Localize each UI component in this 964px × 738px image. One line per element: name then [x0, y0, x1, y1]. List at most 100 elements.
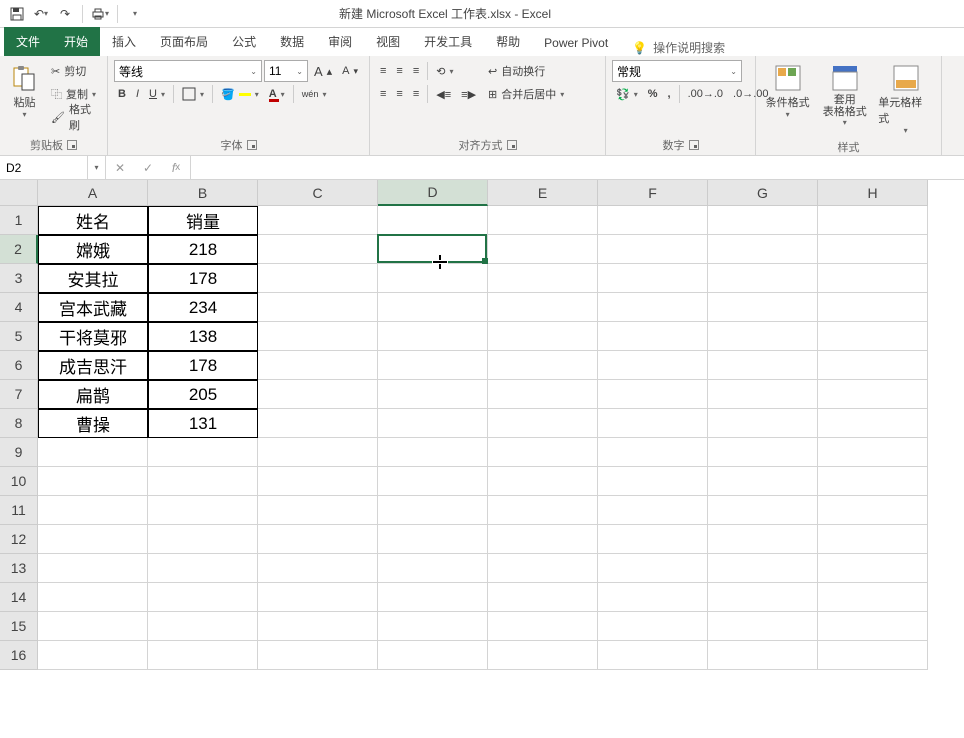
row-header-11[interactable]: 11 — [0, 496, 38, 525]
cell-G9[interactable] — [708, 438, 818, 467]
cell-D16[interactable] — [378, 641, 488, 670]
cell-F6[interactable] — [598, 351, 708, 380]
cell-B8[interactable]: 131 — [148, 409, 258, 438]
cell-C6[interactable] — [258, 351, 378, 380]
cell-H10[interactable] — [818, 467, 928, 496]
cell-H12[interactable] — [818, 525, 928, 554]
col-header-G[interactable]: G — [708, 180, 818, 206]
cell-B6[interactable]: 178 — [148, 351, 258, 380]
cell-D2[interactable] — [378, 235, 488, 264]
tab-file[interactable]: 文件 — [4, 27, 52, 56]
cell-E4[interactable] — [488, 293, 598, 322]
cell-D10[interactable] — [378, 467, 488, 496]
cell-H4[interactable] — [818, 293, 928, 322]
cell-F9[interactable] — [598, 438, 708, 467]
percent-button[interactable]: % — [644, 83, 662, 105]
cell-D14[interactable] — [378, 583, 488, 612]
formula-input[interactable] — [191, 156, 964, 179]
cell-E5[interactable] — [488, 322, 598, 351]
undo-icon[interactable]: ↶▾ — [30, 3, 52, 25]
cell-C4[interactable] — [258, 293, 378, 322]
cell-E14[interactable] — [488, 583, 598, 612]
cell-F4[interactable] — [598, 293, 708, 322]
cell-A2[interactable]: 嫦娥 — [38, 235, 148, 264]
row-header-7[interactable]: 7 — [0, 380, 38, 409]
cell-F11[interactable] — [598, 496, 708, 525]
cell-A3[interactable]: 安其拉 — [38, 264, 148, 293]
align-top-button[interactable]: ≡ — [376, 60, 390, 82]
cell-B15[interactable] — [148, 612, 258, 641]
cell-C8[interactable] — [258, 409, 378, 438]
grow-font-button[interactable]: A▴ — [310, 60, 336, 82]
cell-A6[interactable]: 成吉思汗 — [38, 351, 148, 380]
cell-B1[interactable]: 销量 — [148, 206, 258, 235]
border-button[interactable]: ▾ — [178, 83, 208, 105]
font-launcher[interactable] — [247, 140, 257, 150]
italic-button[interactable]: I — [132, 83, 143, 105]
cell-B2[interactable]: 218 — [148, 235, 258, 264]
cell-F5[interactable] — [598, 322, 708, 351]
cell-E13[interactable] — [488, 554, 598, 583]
cell-B14[interactable] — [148, 583, 258, 612]
cell-A16[interactable] — [38, 641, 148, 670]
cell-F1[interactable] — [598, 206, 708, 235]
cell-E10[interactable] — [488, 467, 598, 496]
cell-H13[interactable] — [818, 554, 928, 583]
cell-G6[interactable] — [708, 351, 818, 380]
cell-D4[interactable] — [378, 293, 488, 322]
cell-C15[interactable] — [258, 612, 378, 641]
cell-E16[interactable] — [488, 641, 598, 670]
paste-button[interactable]: 粘贴 ▾ — [6, 60, 43, 121]
cell-A9[interactable] — [38, 438, 148, 467]
font-size-select[interactable]: 11⌄ — [264, 60, 308, 82]
quickprint-icon[interactable]: ▾ — [89, 3, 111, 25]
cell-G10[interactable] — [708, 467, 818, 496]
cell-F3[interactable] — [598, 264, 708, 293]
cell-style-button[interactable]: 单元格样式▾ — [876, 60, 935, 137]
cell-B4[interactable]: 234 — [148, 293, 258, 322]
cell-H2[interactable] — [818, 235, 928, 264]
bold-button[interactable]: B — [114, 83, 130, 105]
cell-B9[interactable] — [148, 438, 258, 467]
row-header-2[interactable]: 2 — [0, 235, 38, 264]
shrink-font-button[interactable]: A▾ — [338, 60, 362, 82]
cell-E9[interactable] — [488, 438, 598, 467]
cell-F14[interactable] — [598, 583, 708, 612]
row-header-12[interactable]: 12 — [0, 525, 38, 554]
cell-B13[interactable] — [148, 554, 258, 583]
cell-H1[interactable] — [818, 206, 928, 235]
qat-customize-icon[interactable]: ▾ — [124, 3, 146, 25]
indent-button[interactable]: ≡▶ — [457, 83, 480, 105]
cell-G1[interactable] — [708, 206, 818, 235]
row-header-5[interactable]: 5 — [0, 322, 38, 351]
cell-E6[interactable] — [488, 351, 598, 380]
fx-button[interactable]: fx — [162, 161, 190, 175]
cell-G8[interactable] — [708, 409, 818, 438]
cell-H5[interactable] — [818, 322, 928, 351]
underline-button[interactable]: U▾ — [145, 83, 169, 105]
tab-view[interactable]: 视图 — [364, 27, 412, 56]
cell-G16[interactable] — [708, 641, 818, 670]
cell-E8[interactable] — [488, 409, 598, 438]
row-header-16[interactable]: 16 — [0, 641, 38, 670]
cell-F8[interactable] — [598, 409, 708, 438]
select-all-corner[interactable] — [0, 180, 38, 206]
cell-F16[interactable] — [598, 641, 708, 670]
cell-H8[interactable] — [818, 409, 928, 438]
cut-button[interactable]: ✂剪切 — [47, 60, 101, 82]
increase-decimal-button[interactable]: .00→.0 — [684, 83, 727, 105]
cell-D11[interactable] — [378, 496, 488, 525]
number-launcher[interactable] — [689, 140, 699, 150]
align-middle-button[interactable]: ≡ — [392, 60, 406, 82]
row-header-14[interactable]: 14 — [0, 583, 38, 612]
cell-B11[interactable] — [148, 496, 258, 525]
cell-F12[interactable] — [598, 525, 708, 554]
cell-F15[interactable] — [598, 612, 708, 641]
tab-data[interactable]: 数据 — [268, 27, 316, 56]
cell-H16[interactable] — [818, 641, 928, 670]
cell-A11[interactable] — [38, 496, 148, 525]
cell-D6[interactable] — [378, 351, 488, 380]
cell-H14[interactable] — [818, 583, 928, 612]
cell-G4[interactable] — [708, 293, 818, 322]
cell-A10[interactable] — [38, 467, 148, 496]
